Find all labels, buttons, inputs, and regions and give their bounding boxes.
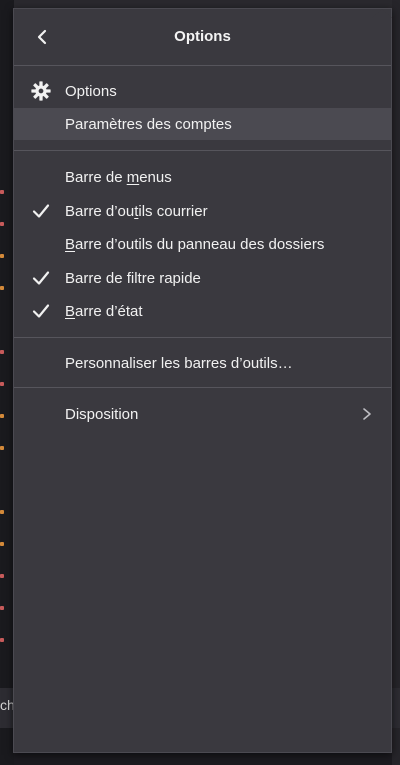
background-unread-markers — [0, 190, 6, 670]
gear-icon — [31, 81, 51, 101]
options-panel: Options Options Paramètres des comptes B… — [13, 8, 392, 753]
menu-item-menubar[interactable]: Barre de menus — [14, 161, 391, 193]
menu-item-mail-toolbar[interactable]: Barre d’outils courrier — [14, 195, 391, 227]
menu-item-options-label: Options — [65, 83, 117, 100]
background-scrollbar — [392, 0, 400, 765]
menu-item-options[interactable]: Options — [14, 75, 391, 107]
menu-item-status-bar[interactable]: Barre d’état — [14, 295, 391, 327]
menu-item-quick-filter-bar[interactable]: Barre de filtre rapide — [14, 262, 391, 294]
menu-item-layout[interactable]: Disposition — [14, 398, 391, 430]
menu-item-menubar-label: Barre de menus — [65, 169, 172, 186]
checkmark-icon — [32, 271, 50, 285]
menu-item-customize-toolbars[interactable]: Personnaliser les barres d’outils… — [14, 347, 391, 379]
menu-item-account-settings-label: Paramètres des comptes — [65, 116, 232, 133]
separator — [14, 337, 391, 338]
checkmark-icon — [32, 204, 50, 218]
separator — [14, 150, 391, 151]
panel-header: Options — [14, 9, 391, 65]
menu-item-quick-filter-bar-label: Barre de filtre rapide — [65, 270, 201, 287]
menu-item-layout-label: Disposition — [65, 406, 139, 423]
menu-item-customize-toolbars-label: Personnaliser les barres d’outils… — [65, 355, 293, 372]
menu-item-folder-pane-toolbar-label: Barre d’outils du panneau des dossiers — [65, 236, 325, 253]
separator — [14, 65, 391, 66]
menu-item-status-bar-label: Barre d’état — [65, 303, 143, 320]
menu-item-folder-pane-toolbar[interactable]: Barre d’outils du panneau des dossiers — [14, 228, 391, 260]
checkmark-icon — [32, 304, 50, 318]
menu-item-account-settings[interactable]: Paramètres des comptes — [14, 108, 391, 140]
menu-item-mail-toolbar-label: Barre d’outils courrier — [65, 203, 208, 220]
chevron-right-icon — [363, 408, 371, 420]
panel-title: Options — [174, 28, 231, 45]
separator — [14, 387, 391, 388]
